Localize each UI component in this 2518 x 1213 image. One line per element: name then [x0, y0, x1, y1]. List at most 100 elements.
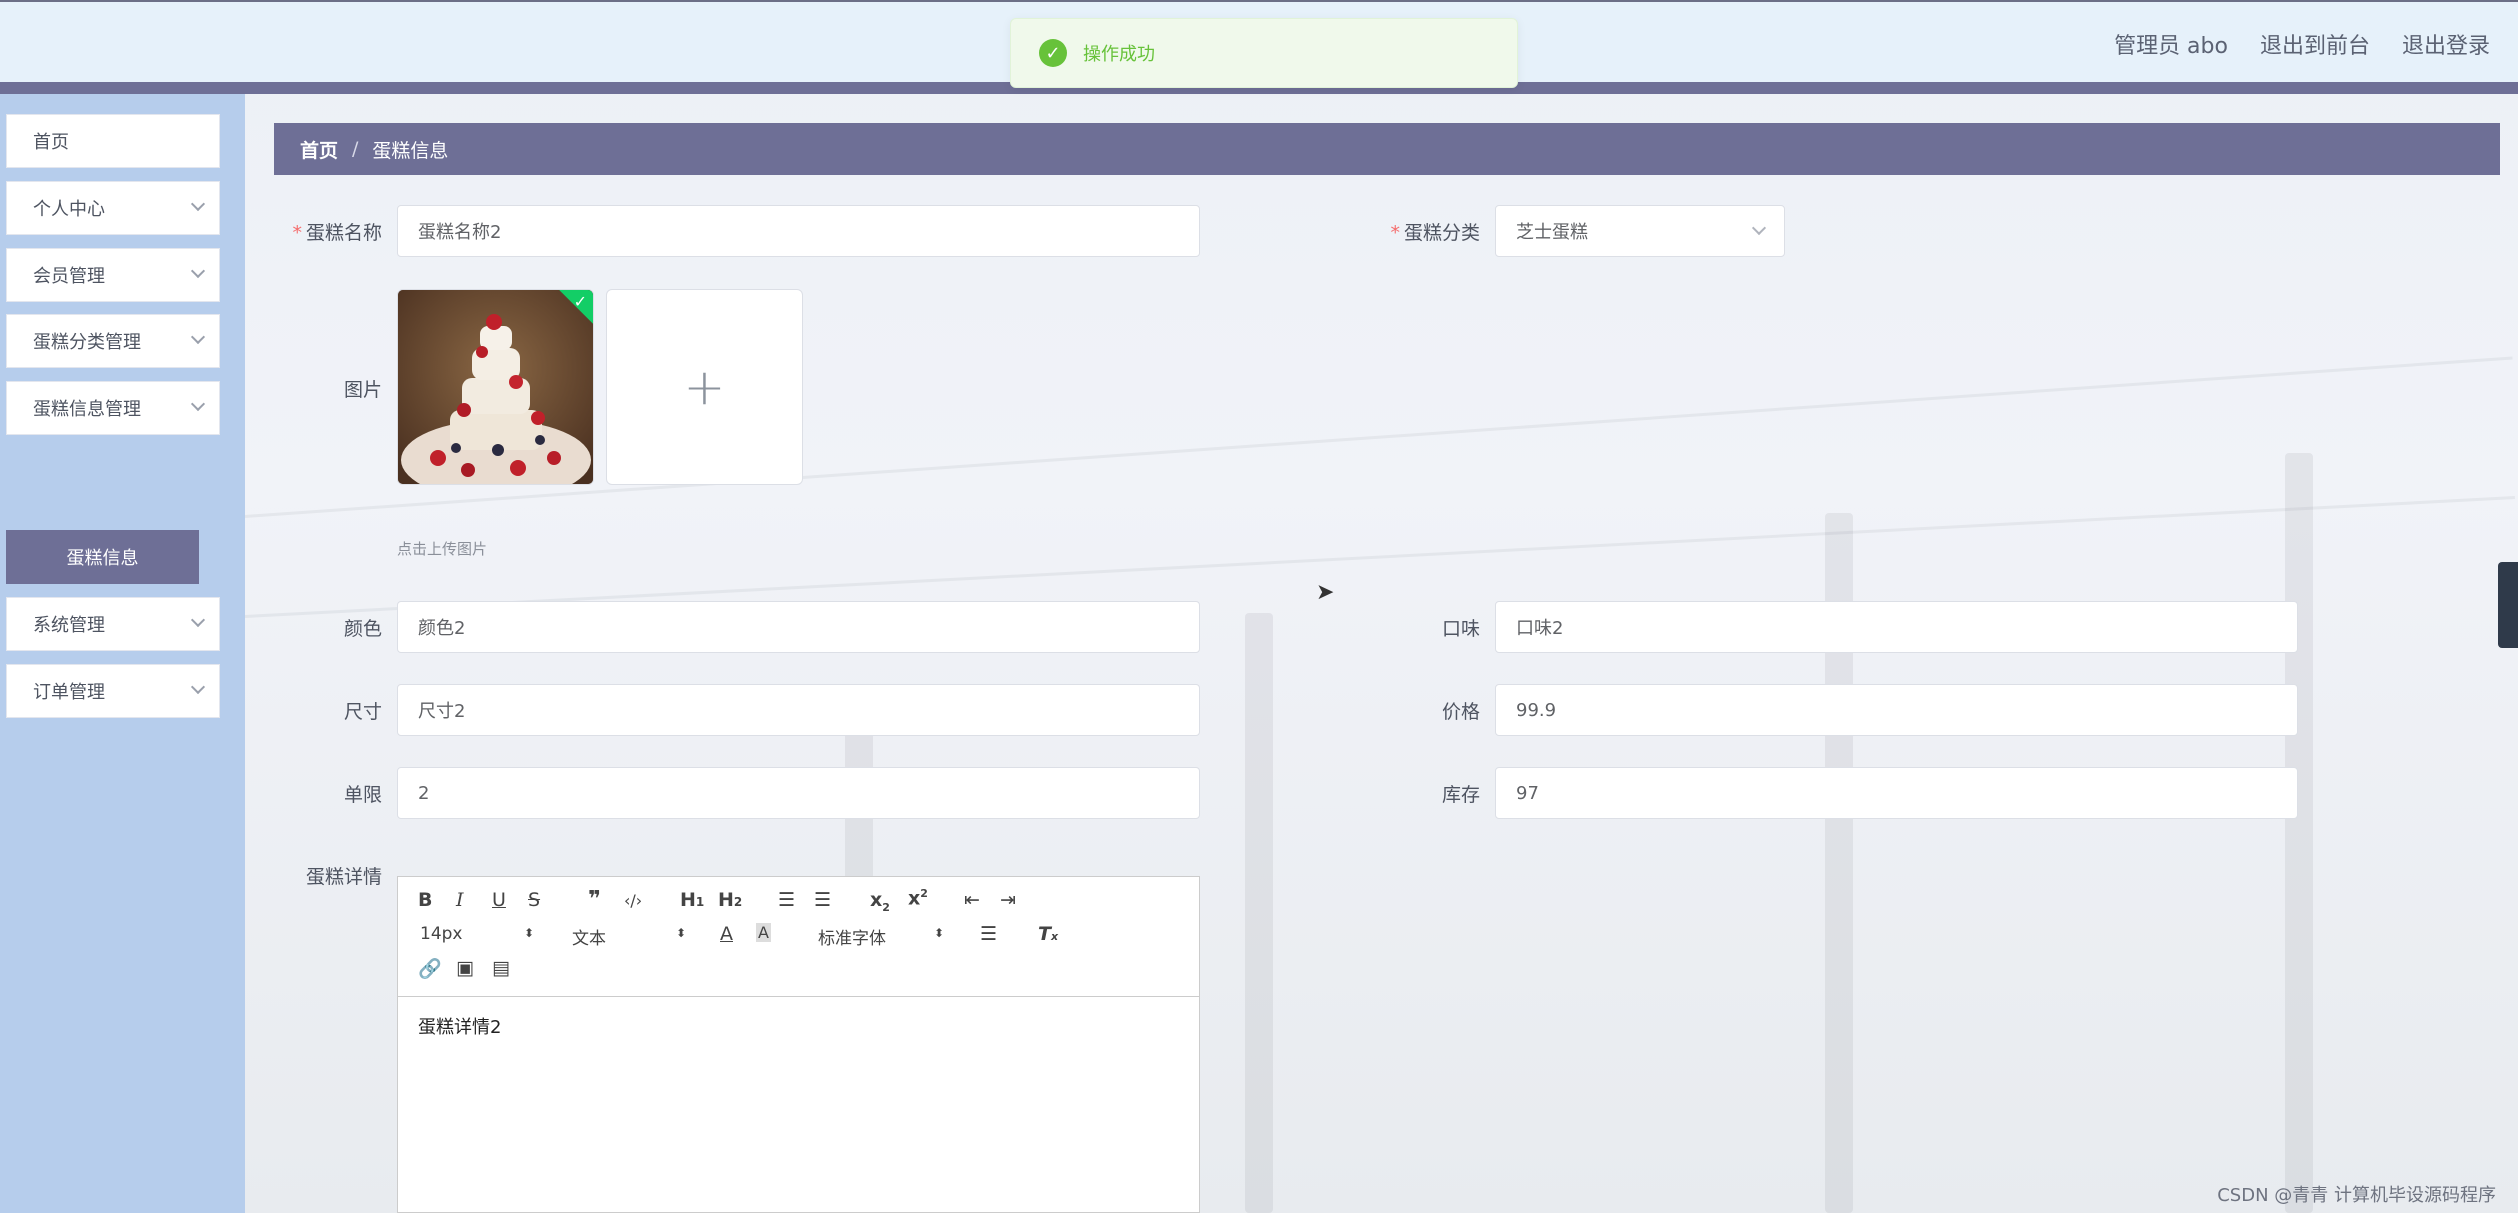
sidebar-item-label: 蛋糕分类管理 — [33, 332, 141, 353]
sidebar-item-order-management[interactable]: 订单管理 — [6, 664, 220, 718]
superscript-icon[interactable]: x2 — [908, 887, 928, 909]
clear-format-icon[interactable]: Tx — [1038, 923, 1058, 945]
cake-category-value: 芝士蛋糕 — [1516, 222, 1588, 243]
success-toast: ✓ 操作成功 — [1010, 18, 1518, 88]
chevron-down-icon — [190, 196, 206, 212]
sidebar-item-label: 系统管理 — [33, 615, 105, 636]
cake-image — [398, 290, 593, 484]
stock-input[interactable]: 97 — [1495, 767, 2298, 819]
heading2-icon[interactable]: H2 — [718, 889, 742, 911]
breadcrumb: 首页 / 蛋糕信息 — [274, 123, 2500, 175]
limit-input[interactable]: 2 — [397, 767, 1200, 819]
strikethrough-icon[interactable]: S — [528, 889, 540, 911]
price-value: 99.9 — [1516, 699, 1557, 721]
sidebar-item-label: 蛋糕信息管理 — [33, 399, 141, 420]
detail-label: 蛋糕详情 — [305, 866, 382, 888]
link-icon[interactable]: 🔗 — [418, 957, 442, 980]
check-circle-icon: ✓ — [1039, 39, 1067, 67]
cake-name-input[interactable]: 蛋糕名称2 — [397, 205, 1200, 257]
up-down-arrow-icon: ⬍ — [676, 926, 687, 940]
cake-name-value: 蛋糕名称2 — [418, 222, 502, 243]
header-links: 管理员 abo 退出到前台 退出登录 — [2114, 28, 2490, 60]
color-label: 颜色 — [343, 618, 382, 640]
underline-icon[interactable]: U — [492, 889, 506, 911]
watermark: CSDN @青青 计算机毕设源码程序 — [2217, 1185, 2496, 1206]
outdent-icon[interactable]: ⇤ — [964, 889, 980, 911]
price-input[interactable]: 99.9 — [1495, 684, 2298, 736]
breadcrumb-current: 蛋糕信息 — [372, 139, 449, 162]
editor-content[interactable]: 蛋糕详情2 — [398, 997, 1199, 1055]
sidebar-item-label: 订单管理 — [33, 682, 105, 703]
stock-value: 97 — [1516, 782, 1539, 804]
side-drawer-handle[interactable] — [2498, 562, 2518, 648]
limit-value: 2 — [418, 782, 430, 804]
sidebar-item-cake-info-management[interactable]: 蛋糕信息管理 — [6, 381, 220, 435]
sidebar-item-system-management[interactable]: 系统管理 — [6, 597, 220, 651]
breadcrumb-home[interactable]: 首页 — [300, 136, 338, 163]
flavor-label: 口味 — [1441, 618, 1480, 640]
sidebar-item-home[interactable]: 首页 — [6, 114, 220, 168]
toast-message: 操作成功 — [1083, 44, 1155, 65]
sidebar: 首页 个人中心 会员管理 蛋糕分类管理 蛋糕信息管理 蛋糕信息 系统管理 订单管… — [0, 94, 245, 1213]
chevron-down-icon — [190, 612, 206, 628]
upload-tip: 点击上传图片 — [397, 540, 488, 558]
image-icon[interactable]: ▣ — [456, 957, 474, 979]
sidebar-item-label: 首页 — [33, 132, 69, 153]
cake-category-select[interactable]: 芝士蛋糕 — [1495, 205, 1785, 257]
chevron-down-icon — [190, 396, 206, 412]
exit-to-front-link[interactable]: 退出到前台 — [2260, 28, 2370, 60]
sidebar-subitem-label: 蛋糕信息 — [66, 548, 139, 569]
mouse-cursor-icon: ➤ — [1316, 580, 1335, 605]
font-family-select[interactable]: 标准字体 ⬍ — [818, 924, 948, 949]
background-color-icon[interactable]: A — [756, 923, 771, 942]
limit-label: 单限 — [343, 784, 382, 806]
font-color-icon[interactable]: A — [720, 923, 733, 945]
editor-toolbar: B I U S ❞ ‹/› H1 H2 ☰ ☰ x2 x2 ⇤ ⇥ 14px ⬍ … — [398, 877, 1199, 997]
chevron-down-icon — [190, 263, 206, 279]
color-value: 颜色2 — [418, 618, 466, 639]
font-size-select[interactable]: 14px ⬍ — [420, 924, 540, 944]
sidebar-item-label: 会员管理 — [33, 266, 105, 287]
italic-icon[interactable]: I — [456, 889, 464, 911]
up-down-arrow-icon: ⬍ — [524, 926, 535, 940]
subscript-icon[interactable]: x2 — [870, 889, 890, 914]
color-input[interactable]: 颜色2 — [397, 601, 1200, 653]
sidebar-item-personal-center[interactable]: 个人中心 — [6, 181, 220, 235]
chevron-down-icon — [190, 679, 206, 695]
editor-text: 蛋糕详情2 — [418, 1017, 502, 1038]
price-label: 价格 — [1441, 701, 1480, 723]
block-format-select[interactable]: 文本 ⬍ — [572, 924, 692, 949]
flavor-input[interactable]: 口味2 — [1495, 601, 2298, 653]
size-input[interactable]: 尺寸2 — [397, 684, 1200, 736]
video-icon[interactable]: ▤ — [492, 957, 510, 979]
bold-icon[interactable]: B — [418, 889, 432, 911]
sidebar-subitem-cake-info[interactable]: 蛋糕信息 — [6, 530, 199, 584]
add-image-button[interactable]: + — [606, 289, 803, 485]
size-label: 尺寸 — [343, 701, 382, 723]
stock-label: 库存 — [1441, 784, 1480, 806]
sidebar-item-label: 个人中心 — [33, 199, 105, 220]
indent-icon[interactable]: ⇥ — [1000, 889, 1016, 911]
code-icon[interactable]: ‹/› — [624, 891, 642, 910]
cake-category-label: * 蛋糕分类 — [1390, 222, 1480, 244]
uploaded-cake-image[interactable]: ✓ — [397, 289, 594, 485]
breadcrumb-separator: / — [352, 138, 359, 160]
image-label: 图片 — [343, 379, 382, 401]
sidebar-item-cake-category-management[interactable]: 蛋糕分类管理 — [6, 314, 220, 368]
rich-text-editor[interactable]: B I U S ❞ ‹/› H1 H2 ☰ ☰ x2 x2 ⇤ ⇥ 14px ⬍ … — [397, 876, 1200, 1213]
cake-name-label: * 蛋糕名称 — [292, 222, 382, 244]
sidebar-item-member-management[interactable]: 会员管理 — [6, 248, 220, 302]
plus-icon: + — [683, 358, 726, 416]
flavor-value: 口味2 — [1516, 618, 1564, 639]
check-icon: ✓ — [573, 292, 587, 311]
logout-link[interactable]: 退出登录 — [2402, 28, 2490, 60]
align-icon[interactable]: ☰ — [980, 923, 997, 945]
heading1-icon[interactable]: H1 — [680, 889, 704, 911]
chevron-down-icon — [190, 329, 206, 345]
bullet-list-icon[interactable]: ☰ — [814, 889, 831, 911]
blockquote-icon[interactable]: ❞ — [588, 887, 601, 912]
ordered-list-icon[interactable]: ☰ — [778, 889, 795, 911]
size-value: 尺寸2 — [418, 701, 466, 722]
chevron-down-icon — [1751, 220, 1767, 236]
up-down-arrow-icon: ⬍ — [934, 926, 945, 940]
